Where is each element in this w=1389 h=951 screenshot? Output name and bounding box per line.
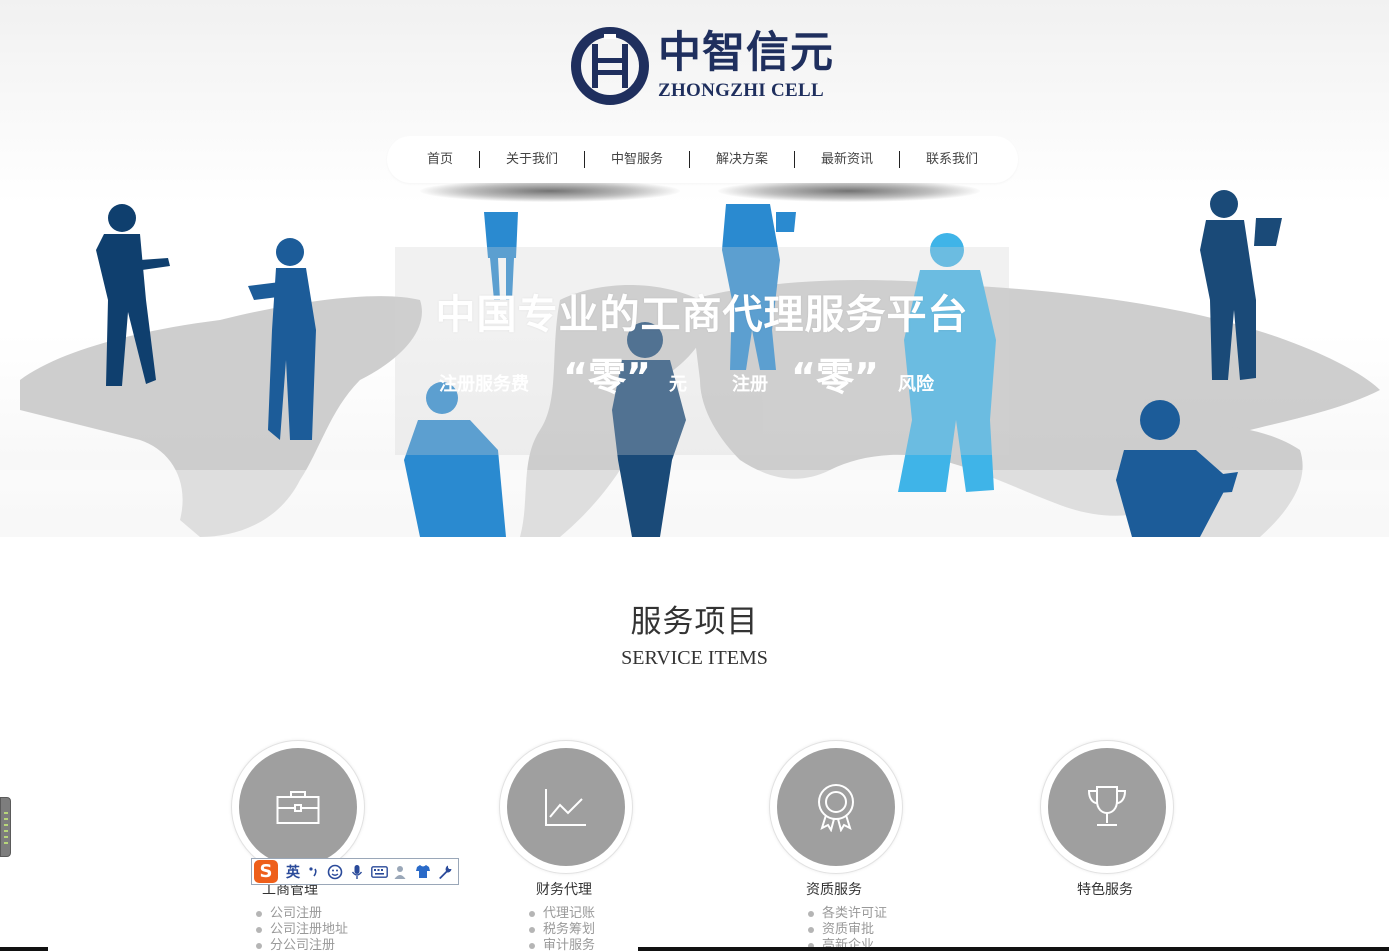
banner-title: 中国专业的工商代理服务平台	[435, 292, 969, 338]
service-card-finance[interactable]: 财务代理 代理记账 税务筹划 审计服务	[434, 740, 694, 951]
punctuation-icon[interactable]	[302, 861, 324, 883]
nav-item-contact[interactable]: 联系我们	[900, 151, 1004, 168]
service-name: 财务代理	[536, 882, 592, 898]
list-item[interactable]: 公司注册地址	[256, 922, 348, 938]
chart-icon	[507, 748, 625, 866]
service-list: 各类许可证 资质审批 高新企业	[808, 906, 887, 951]
logo-mark-icon	[571, 27, 649, 105]
service-card-special[interactable]: 特色服务	[975, 740, 1235, 951]
taskbar-edge-right	[638, 947, 1389, 951]
nav-shadow-left	[420, 180, 680, 202]
section-title: 服务项目	[630, 604, 759, 640]
service-name: 资质服务	[806, 882, 862, 898]
nav-item-home[interactable]: 首页	[401, 151, 480, 168]
skin-icon[interactable]	[412, 861, 434, 883]
side-floating-widget[interactable]	[0, 797, 11, 857]
service-icon-ring	[231, 740, 365, 874]
trophy-icon	[1048, 748, 1166, 866]
ime-toolbar[interactable]: S 英	[251, 858, 459, 885]
nav-item-services[interactable]: 中智服务	[585, 151, 690, 168]
service-list: 公司注册 公司注册地址 分公司注册	[256, 906, 348, 951]
service-icon-ring	[1040, 740, 1174, 874]
nav-item-solutions[interactable]: 解决方案	[690, 151, 796, 168]
nav-shadow-right	[718, 180, 980, 202]
list-item[interactable]: 分公司注册	[256, 938, 348, 951]
nav-item-news[interactable]: 最新资讯	[795, 151, 901, 168]
banner-sub-zero-2: “零”	[791, 355, 879, 399]
hero-banner: 中智信元 ZHONGZHI CELL 首页 关于我们 中智服务 解决方案 最新资…	[0, 0, 1389, 537]
list-item[interactable]: 资质审批	[808, 922, 887, 938]
service-icon-ring	[499, 740, 633, 874]
banner-sub-risk: 风险	[898, 374, 934, 395]
microphone-icon[interactable]	[346, 861, 368, 883]
logo-text-cn: 中智信元	[658, 28, 834, 78]
section-subtitle: SERVICE ITEMS	[621, 647, 768, 669]
list-item[interactable]: 税务筹划	[529, 922, 595, 938]
taskbar-edge-left	[0, 947, 48, 951]
banner-sub-zero-1: “零”	[563, 355, 651, 399]
keyboard-icon[interactable]	[368, 861, 390, 883]
banner-sub-fee: 注册服务费	[439, 374, 529, 395]
wrench-icon[interactable]	[434, 861, 456, 883]
service-name: 特色服务	[1077, 882, 1133, 898]
user-icon[interactable]	[390, 861, 412, 883]
banner-sub-register: 注册	[732, 374, 768, 395]
list-item[interactable]: 各类许可证	[808, 906, 887, 922]
list-item[interactable]: 审计服务	[529, 938, 595, 951]
service-card-qualification[interactable]: 资质服务 各类许可证 资质审批 高新企业	[704, 740, 964, 951]
main-nav: 首页 关于我们 中智服务 解决方案 最新资讯 联系我们	[387, 136, 1018, 183]
award-icon	[777, 748, 895, 866]
banner-sub-yuan: 元	[669, 374, 687, 395]
service-card-business[interactable]: 工商管理 公司注册 公司注册地址 分公司注册	[166, 740, 426, 951]
ime-logo-icon[interactable]: S	[254, 860, 278, 883]
emoji-icon[interactable]	[324, 861, 346, 883]
list-item[interactable]: 公司注册	[256, 906, 348, 922]
banner-subtitle: 注册服务费 “零” 元 注册 “零” 风险	[395, 346, 1009, 406]
service-list: 代理记账 税务筹划 审计服务	[529, 906, 595, 951]
ime-language-toggle[interactable]: 英	[286, 862, 302, 882]
briefcase-icon	[239, 748, 357, 866]
site-logo[interactable]: 中智信元 ZHONGZHI CELL	[570, 24, 840, 106]
nav-item-about[interactable]: 关于我们	[480, 151, 585, 168]
service-icon-ring	[769, 740, 903, 874]
list-item[interactable]: 代理记账	[529, 906, 595, 922]
logo-text-en: ZHONGZHI CELL	[658, 80, 824, 101]
